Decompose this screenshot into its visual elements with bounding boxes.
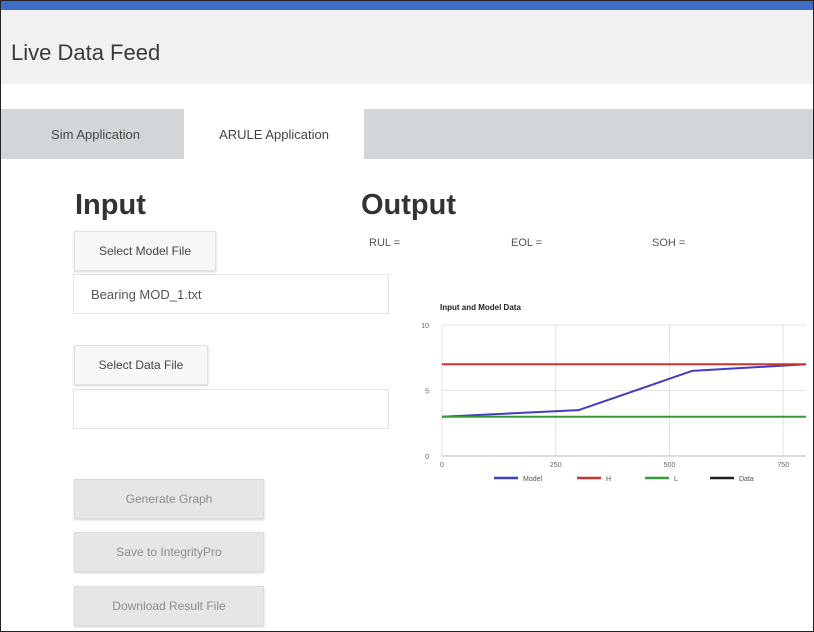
chart-title: Input and Model Data [440,303,521,312]
x-tick-label: 250 [550,462,562,469]
tab-arule-application[interactable]: ARULE Application [184,109,364,159]
soh-label: SOH = [652,237,686,249]
x-tick-label: 500 [664,462,676,469]
legend-label-l: L [674,476,678,483]
eol-label: EOL = [511,237,543,249]
legend-label-h: H [606,476,611,483]
model-file-field[interactable]: Bearing MOD_1.txt [73,274,389,314]
legend-label-model: Model [523,476,543,483]
window-top-bar [1,1,813,10]
select-model-file-button[interactable]: Select Model File [74,231,216,271]
output-heading: Output [361,189,457,221]
app-title: Live Data Feed [11,40,161,65]
app-window: Live Data Feed Sim Application ARULE App… [0,0,814,632]
select-data-file-button[interactable]: Select Data File [74,345,208,385]
rul-label: RUL = [369,237,401,249]
generate-graph-button[interactable]: Generate Graph [74,479,264,519]
x-tick-label: 750 [777,462,789,469]
y-tick-label: 10 [421,323,429,330]
download-result-file-button[interactable]: Download Result File [74,586,264,626]
legend-label-data: Data [739,476,754,483]
tab-strip: Sim Application ARULE Application [1,109,813,159]
tab-sim-application[interactable]: Sim Application [17,109,174,159]
x-tick-label: 0 [440,462,444,469]
app-header: Live Data Feed [1,10,813,84]
input-heading: Input [75,189,146,221]
y-tick-label: 5 [425,389,429,396]
save-to-integritypro-button[interactable]: Save to IntegrityPro [74,532,264,572]
input-model-chart: Input and Model Data 0 250 500 750 0 5 10 Model H… [421,303,807,483]
data-file-field[interactable] [73,389,389,429]
y-tick-label: 0 [425,454,429,461]
